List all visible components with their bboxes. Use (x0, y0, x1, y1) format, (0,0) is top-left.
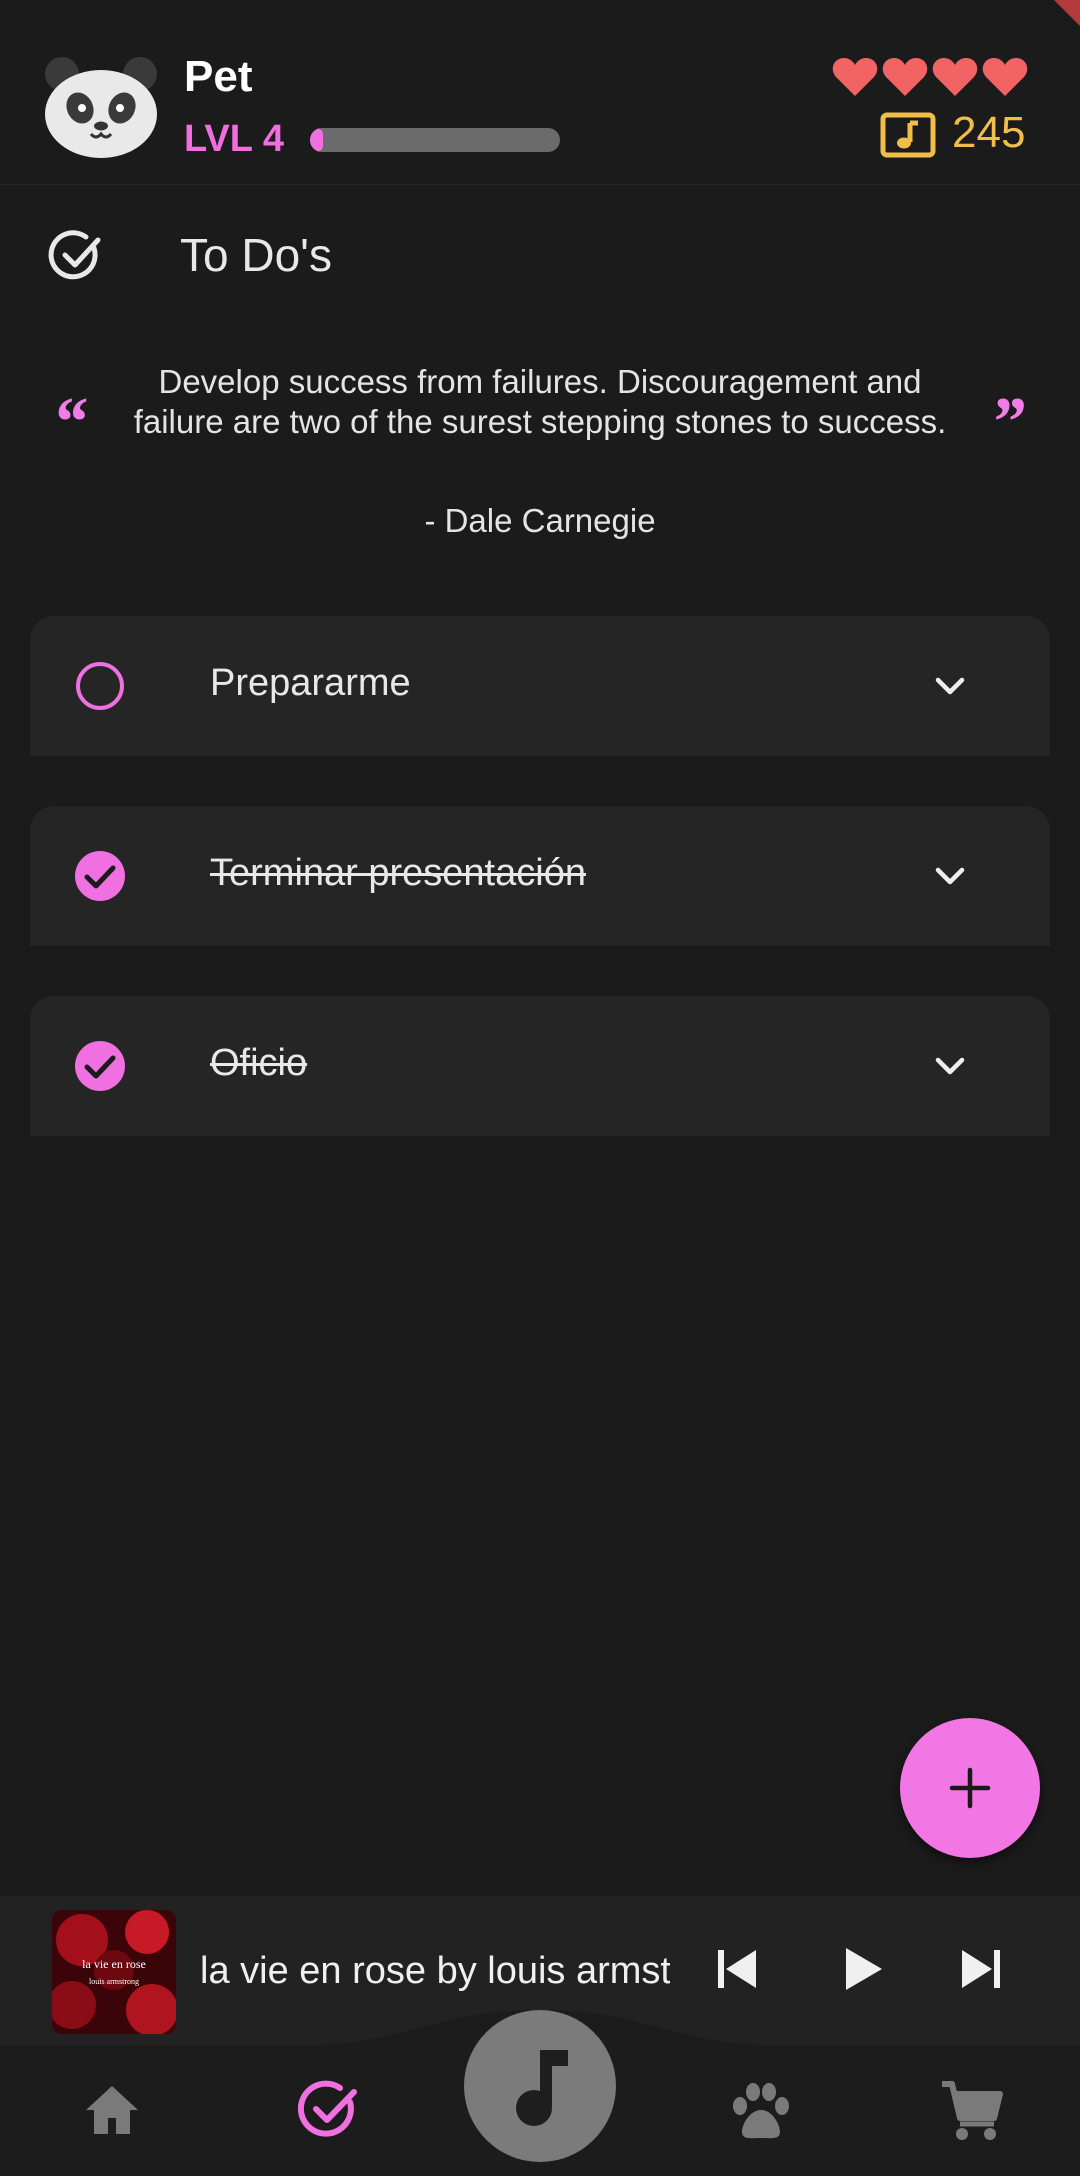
album-art-subtitle: louis armstrong (89, 1977, 139, 1986)
checked-circle-icon[interactable] (74, 850, 126, 902)
coin-count: 245 (952, 108, 1026, 157)
task-item[interactable]: Oficio (30, 996, 1050, 1136)
task-item[interactable]: Prepararme (30, 616, 1050, 756)
hearts-lives (832, 56, 1028, 98)
unchecked-circle-icon[interactable] (74, 660, 126, 712)
heart-icon (832, 58, 878, 96)
plus-icon (949, 1767, 991, 1809)
skip-next-icon[interactable] (956, 1944, 1006, 1994)
quote-text: Develop success from failures. Discourag… (133, 363, 947, 440)
add-task-button[interactable] (900, 1718, 1040, 1858)
checked-circle-icon[interactable] (74, 1040, 126, 1092)
quote-author: - Dale Carnegie (424, 502, 656, 539)
panda-avatar[interactable] (42, 54, 160, 160)
xp-progress-fill (310, 128, 323, 152)
heart-icon (932, 58, 978, 96)
music-note-icon (516, 2050, 568, 2126)
task-label: Terminar presentación (210, 852, 586, 894)
chevron-down-icon[interactable] (930, 668, 970, 704)
music-nav-button[interactable] (464, 2010, 616, 2162)
pet-paw-icon[interactable] (728, 2080, 794, 2144)
debug-corner-badge (1054, 0, 1080, 26)
skip-previous-icon[interactable] (712, 1944, 762, 1994)
music-coin-icon (880, 112, 936, 158)
todos-icon[interactable] (296, 2078, 360, 2142)
close-quote-icon: ” (990, 384, 1025, 461)
task-label: Oficio (210, 1042, 308, 1084)
task-label: Prepararme (210, 662, 411, 704)
shop-cart-icon[interactable] (940, 2080, 1004, 2142)
album-art-title: la vie en rose (82, 1957, 146, 1971)
level-label: LVL 4 (184, 118, 284, 160)
xp-progress-bar (310, 128, 560, 152)
track-title: la vie en rose by louis armstrong (200, 1950, 670, 1992)
task-item[interactable]: Terminar presentación (30, 806, 1050, 946)
chevron-down-icon[interactable] (930, 858, 970, 894)
chevron-down-icon[interactable] (930, 1048, 970, 1084)
check-circle-icon (48, 230, 101, 280)
home-icon[interactable] (82, 2080, 142, 2140)
album-art[interactable]: la vie en rose louis armstrong (52, 1910, 176, 2034)
open-quote-icon: “ (52, 384, 87, 461)
page-title: To Do's (180, 229, 332, 281)
heart-icon (982, 58, 1028, 96)
heart-icon (882, 58, 928, 96)
play-icon[interactable] (838, 1944, 888, 1994)
pet-name: Pet (184, 52, 253, 101)
